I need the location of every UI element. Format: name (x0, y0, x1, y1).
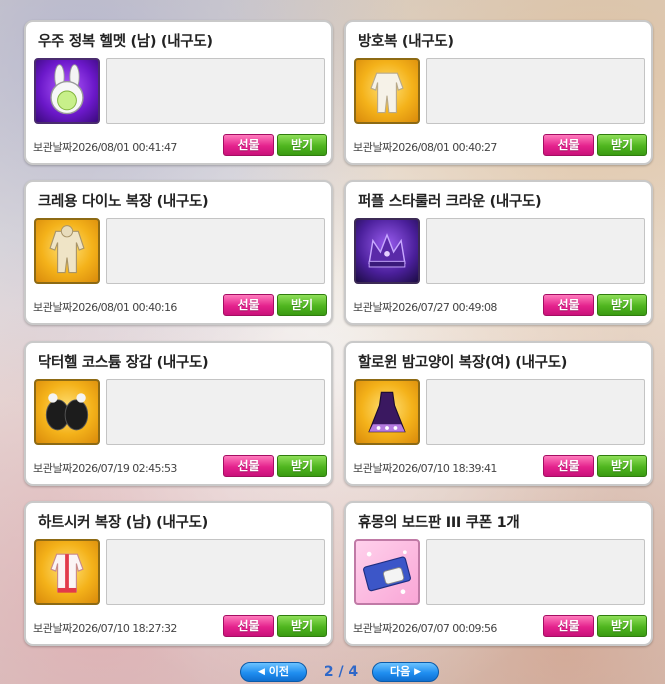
arrow-right-icon: ▶ (414, 667, 421, 677)
receive-button[interactable]: 받기 (277, 134, 327, 156)
storage-date: 보관날짜2026/07/27 00:49:08 (353, 301, 497, 314)
memo-box (426, 218, 645, 284)
storage-item-card: 하트시커 복장 (남) (내구도) 보관날짜2026/07/10 18:27:3… (24, 501, 333, 646)
receive-button[interactable]: 받기 (277, 615, 327, 637)
receive-button[interactable]: 받기 (597, 134, 647, 156)
item-title: 닥터헬 코스튬 장갑 (내구도) (38, 355, 209, 371)
storage-item-card: 크레용 다이노 복장 (내구도) 보관날짜2026/08/01 00:40:16… (24, 180, 333, 325)
receive-button[interactable]: 받기 (597, 455, 647, 477)
gift-button[interactable]: 선물 (543, 134, 594, 156)
gift-button[interactable]: 선물 (543, 294, 594, 316)
memo-box (106, 218, 325, 284)
item-title: 휴몽의 보드판 III 쿠폰 1개 (358, 515, 520, 531)
halloween-dress-icon (354, 379, 420, 445)
arrow-left-icon: ◀ (257, 667, 265, 677)
item-title: 크레용 다이노 복장 (내구도) (38, 194, 209, 210)
coupon-ticket-icon (354, 539, 420, 605)
item-title: 할로윈 밤고양이 복장(여) (내구도) (358, 355, 568, 371)
storage-item-card: 방호복 (내구도) 보관날짜2026/08/01 00:40:27 선물 받기 (344, 20, 653, 165)
receive-button[interactable]: 받기 (277, 455, 327, 477)
heartseeker-outfit-icon (34, 539, 100, 605)
item-title: 방호복 (내구도) (358, 34, 454, 50)
memo-box (106, 58, 325, 124)
dino-costume-icon (34, 218, 100, 284)
memo-box (426, 58, 645, 124)
black-gloves-icon (34, 379, 100, 445)
gift-button[interactable]: 선물 (543, 615, 594, 637)
rabbit-helmet-icon (34, 58, 100, 124)
memo-box (106, 539, 325, 605)
pagination: ◀ 이전 2 / 4 다음 ▶ (0, 662, 665, 684)
memo-box (426, 539, 645, 605)
storage-date: 보관날짜2026/07/10 18:39:41 (353, 462, 497, 475)
storage-item-card: 휴몽의 보드판 III 쿠폰 1개 보관날짜2026/07/07 00:09:5… (344, 501, 653, 646)
receive-button[interactable]: 받기 (597, 615, 647, 637)
storage-date: 보관날짜2026/08/01 00:41:47 (33, 141, 177, 154)
gift-button[interactable]: 선물 (543, 455, 594, 477)
item-title: 하트시커 복장 (남) (내구도) (38, 515, 208, 531)
item-title: 우주 정복 헬멧 (남) (내구도) (38, 34, 213, 50)
memo-box (106, 379, 325, 445)
prev-page-button[interactable]: ◀ 이전 (240, 662, 307, 682)
gift-button[interactable]: 선물 (223, 294, 274, 316)
storage-item-card: 우주 정복 헬멧 (남) (내구도) 보관날짜2026/08/01 00:41:… (24, 20, 333, 165)
page-indicator: 2 / 4 (323, 664, 359, 680)
storage-date: 보관날짜2026/07/19 02:45:53 (33, 462, 177, 475)
memo-box (426, 379, 645, 445)
storage-date: 보관날짜2026/08/01 00:40:16 (33, 301, 177, 314)
gift-button[interactable]: 선물 (223, 134, 274, 156)
gift-button[interactable]: 선물 (223, 455, 274, 477)
storage-date: 보관날짜2026/07/10 18:27:32 (33, 622, 177, 635)
item-title: 퍼플 스타룰러 크라운 (내구도) (358, 194, 542, 210)
receive-button[interactable]: 받기 (597, 294, 647, 316)
storage-item-card: 닥터헬 코스튬 장갑 (내구도) 보관날짜2026/07/19 02:45:53… (24, 341, 333, 486)
white-suit-icon (354, 58, 420, 124)
storage-item-grid: 우주 정복 헬멧 (남) (내구도) 보관날짜2026/08/01 00:41:… (0, 0, 665, 684)
receive-button[interactable]: 받기 (277, 294, 327, 316)
storage-item-card: 퍼플 스타룰러 크라운 (내구도) 보관날짜2026/07/27 00:49:0… (344, 180, 653, 325)
next-page-button[interactable]: 다음 ▶ (372, 662, 439, 682)
purple-crown-icon (354, 218, 420, 284)
storage-date: 보관날짜2026/08/01 00:40:27 (353, 141, 497, 154)
storage-date: 보관날짜2026/07/07 00:09:56 (353, 622, 497, 635)
gift-button[interactable]: 선물 (223, 615, 274, 637)
storage-item-card: 할로윈 밤고양이 복장(여) (내구도) 보관날짜2026/07/10 18:3… (344, 341, 653, 486)
